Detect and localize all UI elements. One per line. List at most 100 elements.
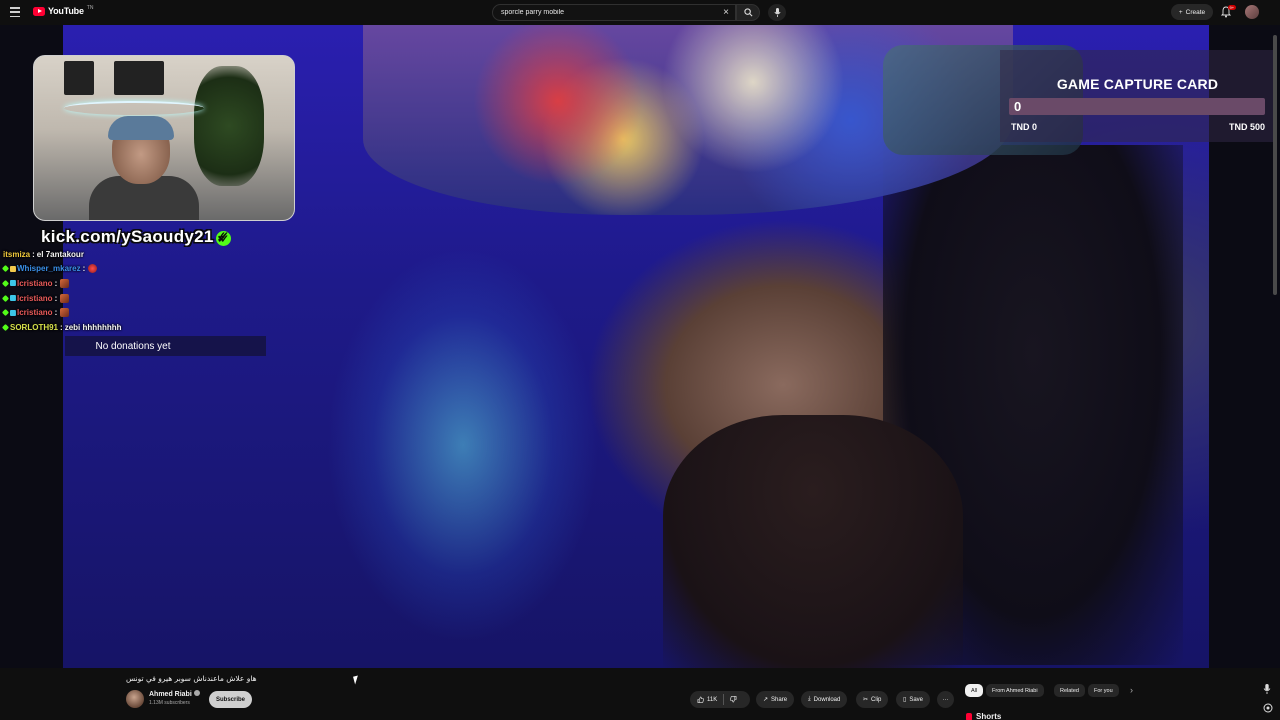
chat-separator: :: [54, 278, 58, 288]
face-emote-icon: [60, 308, 70, 318]
logo-text: YouTube: [48, 6, 84, 16]
kick-badge-icon: [1, 323, 10, 331]
kick-badge-icon: [1, 279, 10, 288]
scrollbar-thumb[interactable]: [1273, 35, 1277, 295]
video-title: هاو علاش ماعندناش سوبر هيرو في تونس: [126, 674, 257, 683]
more-actions-button[interactable]: ···: [937, 691, 954, 708]
subscribe-button[interactable]: Subscribe: [209, 691, 252, 708]
channel-name[interactable]: Ahmed Riabi: [149, 690, 200, 698]
menu-icon[interactable]: [10, 7, 20, 17]
shorts-icon: [966, 712, 972, 720]
chevron-right-icon[interactable]: ›: [1130, 685, 1133, 695]
chat-overlay: itsmiza: el 7antakour Whisper_mkarez: lc…: [1, 247, 283, 335]
goal-max-label: TND 500: [1228, 122, 1265, 132]
search-box[interactable]: ×: [492, 4, 736, 21]
chat-user: lcristiano: [17, 278, 53, 288]
chip-for-you[interactable]: For you: [1088, 684, 1119, 697]
kick-badge-icon: [1, 265, 10, 273]
channel-avatar[interactable]: [126, 690, 144, 708]
thumbs-down-icon[interactable]: [730, 696, 737, 703]
verified-icon: [193, 690, 200, 696]
chat-separator: :: [54, 308, 58, 318]
kick-channel-label: kick.com/ySaoudy21 ✓: [41, 227, 231, 247]
download-button[interactable]: ⤓ Download: [801, 691, 848, 708]
video-beard-shape: [663, 415, 963, 668]
notification-badge: 9+: [1228, 5, 1236, 10]
download-icon: ⤓: [808, 696, 811, 702]
subscriber-badge-icon: [10, 309, 16, 316]
youtube-play-icon: [33, 6, 45, 16]
subscriber-badge-icon: [10, 280, 16, 287]
subscriber-badge-icon: [10, 295, 16, 302]
voice-search-button[interactable]: [768, 4, 786, 21]
search-input[interactable]: [501, 9, 711, 16]
like-divider: [723, 694, 725, 705]
donation-widget: No donations yet: [65, 336, 266, 356]
chat-text: zebi hhhhhhhh: [64, 322, 122, 332]
like-dislike-group: 11K: [690, 691, 750, 708]
chip-all[interactable]: All: [965, 684, 984, 697]
share-icon: ↗: [763, 697, 769, 703]
chat-message: lcristiano:: [1, 276, 283, 291]
target-icon[interactable]: [1263, 703, 1273, 713]
bookmark-icon: ▯: [903, 697, 907, 703]
chat-message: itsmiza: el 7antakour: [3, 247, 283, 262]
chat-user: Whisper_mkarez: [17, 264, 81, 274]
chat-text: el 7antakour: [36, 249, 84, 259]
goal-current: 0: [1014, 99, 1022, 114]
chat-user: lcristiano: [17, 293, 53, 303]
plant-image: [194, 66, 264, 186]
create-button[interactable]: + Create: [1171, 4, 1213, 20]
chat-user: SORLOTH91: [10, 322, 59, 332]
chat-user: itsmiza: [3, 249, 31, 259]
clip-label: Clip: [871, 696, 882, 703]
goal-title: GAME CAPTURE CARD: [1056, 76, 1219, 92]
wall-poster: [114, 61, 164, 95]
search-button[interactable]: [736, 4, 760, 21]
subscriber-count: 1.13M subscribers: [149, 700, 190, 706]
search-icon: [743, 8, 752, 17]
chat-user: lcristiano: [17, 308, 53, 318]
download-label: Download: [813, 696, 841, 703]
logo-region: TN: [86, 5, 94, 11]
thumbs-up-icon[interactable]: [697, 696, 704, 703]
share-label: Share: [771, 696, 788, 703]
donation-goal-widget: GAME CAPTURE CARD 0 TND 0 TND 500: [1000, 50, 1275, 142]
save-button[interactable]: ▯ Save: [896, 691, 930, 708]
clip-button[interactable]: ✂ Clip: [856, 691, 889, 708]
donation-text: No donations yet: [95, 340, 171, 352]
kick-badge-icon: [1, 294, 10, 302]
streamer-cap: [108, 116, 174, 140]
clear-icon[interactable]: ×: [723, 8, 729, 18]
chat-separator: :: [82, 264, 86, 274]
neon-light: [64, 101, 204, 115]
chip-related[interactable]: Related: [1054, 684, 1085, 697]
shorts-title: Shorts: [976, 712, 1002, 720]
youtube-watch-page: YouTube TN × + Create 9+: [0, 0, 1280, 720]
like-count[interactable]: 11K: [707, 697, 717, 703]
top-bar: YouTube TN × + Create 9+: [0, 0, 1280, 25]
mic-icon: [773, 8, 781, 17]
share-button[interactable]: ↗ Share: [756, 691, 795, 708]
goal-min-label: TND 0: [1011, 122, 1038, 132]
video-info-area: هاو علاش ماعندناش سوبر هيرو في تونس Ahme…: [0, 668, 1280, 720]
heart-emote-icon: [88, 264, 98, 274]
chat-message: Whisper_mkarez:: [1, 262, 283, 277]
mic-icon[interactable]: [1263, 684, 1271, 694]
wall-poster: [64, 61, 94, 95]
scissors-icon: ✂: [863, 697, 869, 703]
youtube-logo[interactable]: YouTube TN: [33, 5, 94, 16]
chip-from-channel[interactable]: From Ahmed Riabi: [986, 684, 1044, 697]
chat-separator: :: [54, 293, 58, 303]
page-scrollbar[interactable]: [1272, 25, 1278, 668]
shorts-shelf-title: Shorts: [966, 712, 1001, 720]
face-emote-icon: [60, 278, 70, 288]
chat-message: SORLOTH91: zebi hhhhhhhh: [1, 320, 283, 335]
chat-message: lcristiano:: [1, 305, 283, 320]
kick-badge-icon: [1, 309, 10, 317]
subscriber-badge-icon: [10, 265, 16, 272]
face-emote-icon: [60, 293, 70, 303]
account-avatar[interactable]: [1245, 5, 1259, 19]
webcam-overlay: [33, 55, 295, 221]
chat-message: lcristiano:: [1, 291, 283, 306]
